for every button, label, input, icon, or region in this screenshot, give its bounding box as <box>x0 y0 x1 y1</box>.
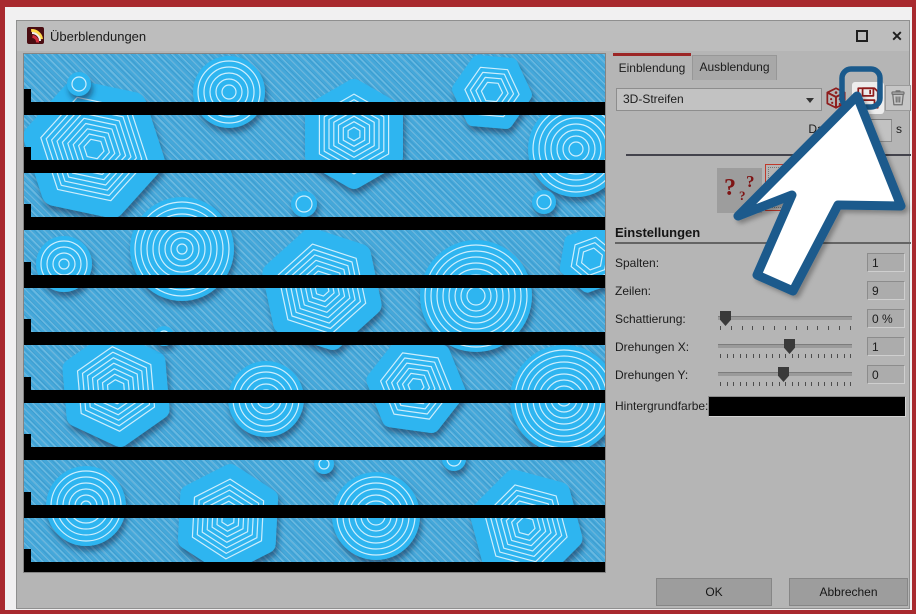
preset-dropdown[interactable]: 3D-Streifen <box>616 88 822 111</box>
preset-dropdown-value: 3D-Streifen <box>623 92 684 106</box>
slider-ticks <box>720 354 851 358</box>
settings-label: Drehungen X: <box>615 340 689 354</box>
ueberblendungen-dialog: Überblendungen ✕ Einblendung Ausblendung… <box>16 20 910 609</box>
custom-transition-thumbnail[interactable]: ? ? ? <box>717 168 762 213</box>
window-mat: Überblendungen ✕ Einblendung Ausblendung… <box>5 7 912 610</box>
slider-thumb[interactable] <box>784 339 795 354</box>
delete-button[interactable] <box>885 85 911 111</box>
settings-underline <box>615 242 911 244</box>
settings-value-field[interactable]: 0 % <box>867 309 905 328</box>
settings-label: Schattierung: <box>615 312 686 326</box>
preview-stripe <box>24 160 605 173</box>
duration-input[interactable] <box>844 119 892 142</box>
settings-label: Hintergrundfarbe: <box>615 399 708 413</box>
preview-stripe-edge <box>24 89 31 109</box>
slider-track[interactable] <box>718 372 852 376</box>
settings-value-field[interactable]: 1 <box>867 337 905 356</box>
preview-stripe-edge <box>24 262 31 282</box>
tab-einblendung[interactable]: Einblendung <box>613 53 691 80</box>
preview-stripe <box>24 447 605 460</box>
preview-stripe-edge <box>24 377 31 397</box>
slider-thumb[interactable] <box>720 311 731 326</box>
settings-label: Spalten: <box>615 256 659 270</box>
settings-value-field[interactable]: 9 <box>867 281 905 300</box>
preview-stripe <box>24 217 605 230</box>
settings-row: Drehungen X: 1 <box>615 337 915 363</box>
settings-row: Drehungen Y: 0 <box>615 365 915 391</box>
app-logo-icon <box>27 27 44 44</box>
pattern-image <box>24 54 605 572</box>
color-swatch[interactable] <box>708 396 906 417</box>
slider-ticks <box>720 326 851 330</box>
slider-track[interactable] <box>718 344 852 348</box>
preview-stripe-edge <box>24 147 31 167</box>
titlebar: Überblendungen ✕ <box>17 21 909 51</box>
preview-stripe-edge <box>24 549 31 569</box>
question-mark-icon: ? <box>724 175 736 202</box>
settings-label: Zeilen: <box>615 284 651 298</box>
cancel-button[interactable]: Abbrechen <box>789 578 908 606</box>
settings-header: Einstellungen <box>615 225 700 240</box>
transition-preview <box>23 53 606 573</box>
duration-unit: s <box>896 122 902 136</box>
close-button[interactable]: ✕ <box>887 26 907 46</box>
slider-track[interactable] <box>718 316 852 320</box>
preview-stripe <box>24 332 605 345</box>
ok-button[interactable]: OK <box>656 578 772 606</box>
chevron-down-icon <box>806 98 814 103</box>
settings-row: Hintergrundfarbe: <box>615 396 915 422</box>
settings-value-field[interactable]: 0 <box>867 365 905 384</box>
section-separator <box>626 154 911 156</box>
preview-stripe-edge <box>24 492 31 512</box>
preview-stripe-edge <box>24 434 31 454</box>
duration-label: Dauer <box>761 122 841 136</box>
settings-value-field[interactable]: 1 <box>867 253 905 272</box>
preview-stripe <box>24 505 605 518</box>
tab-ausblendung[interactable]: Ausblendung <box>692 55 777 80</box>
window-title: Überblendungen <box>50 29 146 44</box>
preview-stripe <box>24 275 605 288</box>
maximize-icon <box>856 30 868 42</box>
settings-row: Zeilen: 9 <box>615 281 915 307</box>
maximize-button[interactable] <box>853 28 871 45</box>
question-mark-icon: ? <box>746 172 755 192</box>
settings-label: Drehungen Y: <box>615 368 688 382</box>
question-mark-icon: ? <box>739 188 746 204</box>
preview-stripe <box>24 562 605 573</box>
save-button[interactable] <box>852 82 884 114</box>
preview-stripe-edge <box>24 319 31 339</box>
dice-icon <box>823 85 849 111</box>
settings-row: Spalten: 1 <box>615 253 915 279</box>
selected-transition-thumbnail[interactable] <box>765 164 812 211</box>
trash-icon <box>889 89 907 107</box>
slider-thumb[interactable] <box>778 367 789 382</box>
random-button[interactable] <box>823 85 849 111</box>
preview-stripe-edge <box>24 204 31 224</box>
preview-stripe <box>24 102 605 115</box>
settings-row: Schattierung: 0 % <box>615 309 915 335</box>
floppy-disk-icon <box>855 85 881 111</box>
slider-ticks <box>720 382 851 386</box>
preview-stripe <box>24 390 605 403</box>
